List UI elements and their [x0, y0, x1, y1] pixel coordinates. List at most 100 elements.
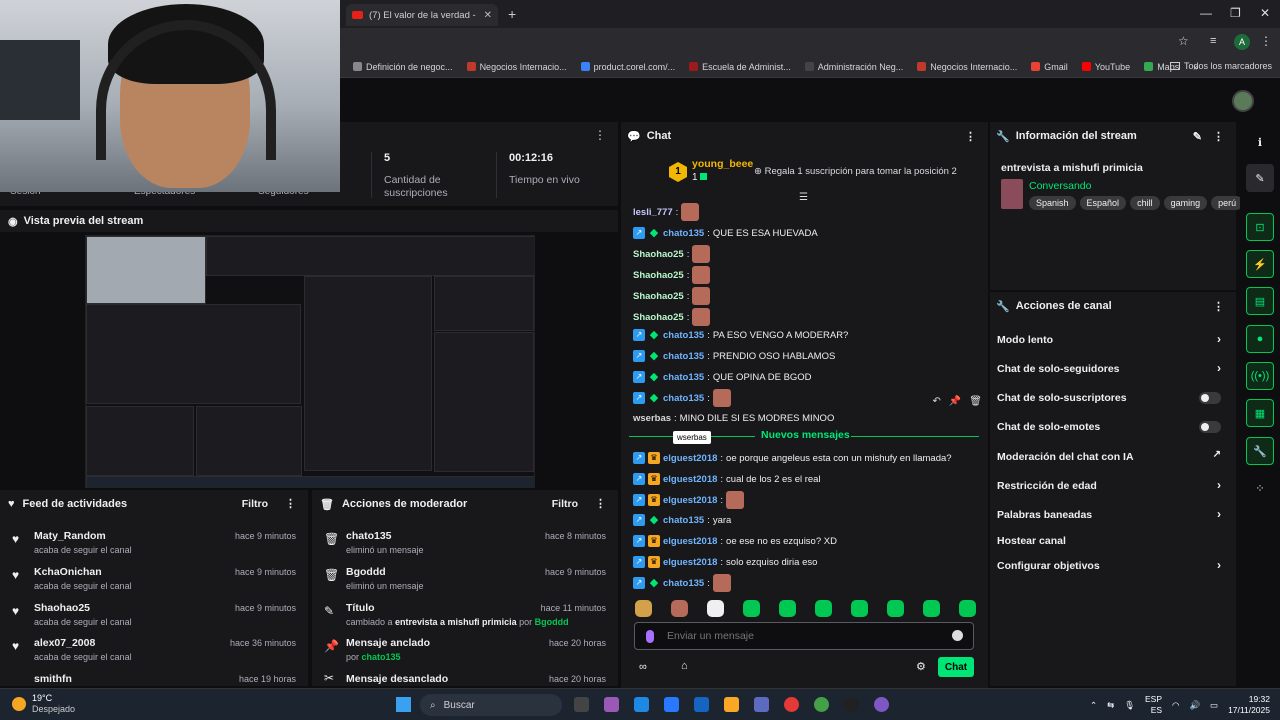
- chat-username[interactable]: elguest2018: [663, 495, 717, 506]
- chat-message[interactable]: ↗ ♛ elguest2018: oe ese no es ezquiso? XD: [633, 531, 837, 551]
- bookmark-item[interactable]: Negocios Internacio...: [460, 62, 574, 72]
- kebab-menu-icon[interactable]: ⋮: [595, 497, 606, 510]
- chat-username[interactable]: elguest2018: [663, 474, 717, 485]
- category-link[interactable]: Conversando: [1029, 180, 1091, 192]
- reading-list-icon[interactable]: ≡: [1210, 35, 1216, 47]
- clock[interactable]: 19:32 17/11/2025: [1228, 694, 1270, 716]
- chat-bubble-icon[interactable]: ●: [1246, 325, 1274, 353]
- emote-icon[interactable]: [635, 600, 652, 617]
- tag[interactable]: gaming: [1163, 196, 1208, 210]
- channel-action-item[interactable]: Modo lento ›: [997, 329, 1229, 351]
- chat-username[interactable]: elguest2018: [663, 557, 717, 568]
- chat-username[interactable]: chato135: [663, 515, 704, 526]
- chat-username[interactable]: elguest2018: [663, 453, 717, 464]
- wifi-icon[interactable]: ◠: [1172, 700, 1179, 711]
- copilot-icon[interactable]: [604, 697, 619, 712]
- chat-username[interactable]: chato135: [663, 578, 704, 589]
- leader-username[interactable]: young_beee: [692, 158, 753, 170]
- chat-settings-icon[interactable]: ∞: [639, 661, 647, 673]
- chat-username[interactable]: chato135: [663, 228, 704, 239]
- toggle-switch[interactable]: [1199, 421, 1221, 433]
- chat-message[interactable]: ↗ ◆ chato135:: [633, 573, 731, 593]
- chat-message[interactable]: ↗ ♛ elguest2018:: [633, 490, 745, 510]
- store-icon[interactable]: [664, 697, 679, 712]
- chat-username[interactable]: Shaohao25: [633, 249, 684, 260]
- chat-message[interactable]: ↗ ♛ elguest2018: oe porque angeleus esta co…: [633, 448, 952, 468]
- restore-icon[interactable]: ❐: [1230, 6, 1241, 20]
- chat-input-box[interactable]: [634, 622, 974, 650]
- minimize-icon[interactable]: —: [1200, 6, 1212, 20]
- channel-action-item[interactable]: Hostear canal: [997, 530, 1229, 552]
- kebab-menu-icon[interactable]: ⋮: [1260, 34, 1272, 48]
- chat-message[interactable]: ↗ ◆ chato135: QUE ES ESA HUEVADA: [633, 223, 818, 243]
- channel-action-item[interactable]: Chat de solo-suscriptores: [997, 387, 1229, 409]
- chat-username[interactable]: elguest2018: [663, 536, 717, 547]
- document-icon[interactable]: ▤: [1246, 287, 1274, 315]
- bookmark-item[interactable]: Administración Neg...: [798, 62, 911, 72]
- microphone-icon[interactable]: 🎙: [1124, 700, 1135, 711]
- emote-icon[interactable]: [707, 600, 724, 617]
- chat-message[interactable]: ↗ ◆ chato135: QUE OPINA DE BGOD: [633, 367, 812, 387]
- chat-message[interactable]: wserbas: MINO DILE SI ES MODRES MINOO: [633, 408, 834, 428]
- bookmark-item[interactable]: YouTube: [1075, 62, 1137, 72]
- broadcast-icon[interactable]: ((•)): [1246, 362, 1274, 390]
- new-tab-button[interactable]: +: [508, 6, 516, 22]
- gear-icon[interactable]: ⚙: [916, 660, 926, 673]
- layout-icon[interactable]: ▦: [1246, 399, 1274, 427]
- edit-icon[interactable]: ✎: [1246, 164, 1274, 192]
- battery-icon[interactable]: ▭: [1210, 700, 1218, 711]
- task-view-icon[interactable]: [574, 697, 589, 712]
- chat-message[interactable]: ↗ ◆ chato135: PA ESO VENGO A MODERAR?: [633, 325, 848, 345]
- chrome-active-icon[interactable]: [814, 697, 829, 712]
- chat-username[interactable]: chato135: [663, 351, 704, 362]
- emoji-icon[interactable]: [952, 630, 963, 641]
- kebab-menu-icon[interactable]: ⋮: [1213, 300, 1224, 313]
- discord-icon[interactable]: [874, 697, 889, 712]
- kebab-menu-icon[interactable]: ⋮: [965, 130, 976, 143]
- chat-username[interactable]: chato135: [663, 393, 704, 404]
- bookmark-item[interactable]: Definición de negoc...: [346, 62, 460, 72]
- screenshot-icon[interactable]: ⊡: [1246, 213, 1274, 241]
- weather-widget[interactable]: 19°C Despejado: [12, 693, 75, 715]
- chevron-up-icon[interactable]: ⌃: [1090, 700, 1097, 711]
- chat-username[interactable]: lesli_777: [633, 207, 673, 218]
- store-icon[interactable]: ⌂: [681, 660, 688, 672]
- volume-icon[interactable]: 🔊: [1189, 700, 1200, 711]
- tag[interactable]: Español: [1079, 196, 1127, 210]
- channel-action-item[interactable]: Chat de solo-seguidores ›: [997, 358, 1229, 380]
- close-window-icon[interactable]: ✕: [1260, 6, 1270, 20]
- tag[interactable]: perú: [1211, 196, 1244, 210]
- channel-action-item[interactable]: Restricción de edad ›: [997, 475, 1229, 497]
- chat-message[interactable]: ↗ ♛ elguest2018: cual de los 2 es el real: [633, 469, 821, 489]
- channel-action-item[interactable]: Chat de solo-emotes: [997, 416, 1229, 438]
- bookmark-item[interactable]: Escuela de Administ...: [682, 62, 798, 72]
- avatar[interactable]: [1232, 90, 1254, 112]
- network-icon[interactable]: ⇆: [1107, 700, 1114, 711]
- profile-icon[interactable]: A: [1234, 34, 1250, 50]
- taskbar-search[interactable]: ⌕ Buscar: [420, 694, 562, 716]
- pin-icon[interactable]: 📌: [949, 396, 961, 407]
- all-bookmarks[interactable]: Todos los marcadores: [1169, 61, 1272, 71]
- emote-icon[interactable]: [815, 600, 832, 617]
- close-tab-icon[interactable]: ✕: [484, 10, 492, 21]
- edge-icon[interactable]: [634, 697, 649, 712]
- chat-input[interactable]: [667, 623, 947, 649]
- browser-tab[interactable]: (7) El valor de la verdad - Instru ✕: [346, 4, 498, 26]
- toggle-switch[interactable]: [1199, 392, 1221, 404]
- chat-username[interactable]: Shaohao25: [633, 291, 684, 302]
- emote-icon[interactable]: [923, 600, 940, 617]
- chat-username[interactable]: chato135: [663, 330, 704, 341]
- emote-icon[interactable]: [779, 600, 796, 617]
- tag[interactable]: chill: [1130, 196, 1160, 210]
- chat-message[interactable]: ↗ ◆ chato135: yara: [633, 510, 731, 530]
- chat-username[interactable]: wserbas: [633, 413, 671, 424]
- bookmark-item[interactable]: Negocios Internacio...: [910, 62, 1024, 72]
- reply-icon[interactable]: ↶: [932, 396, 940, 407]
- outlook-icon[interactable]: [694, 697, 709, 712]
- chat-message[interactable]: ↗ ♛ elguest2018: solo ezquiso diria eso: [633, 552, 817, 572]
- filter-button[interactable]: Filtro: [552, 498, 578, 510]
- teams-icon[interactable]: [754, 697, 769, 712]
- kebab-menu-icon[interactable]: ⋮: [285, 497, 296, 510]
- channel-action-item[interactable]: Configurar objetivos ›: [997, 555, 1229, 577]
- chat-username[interactable]: Shaohao25: [633, 312, 684, 323]
